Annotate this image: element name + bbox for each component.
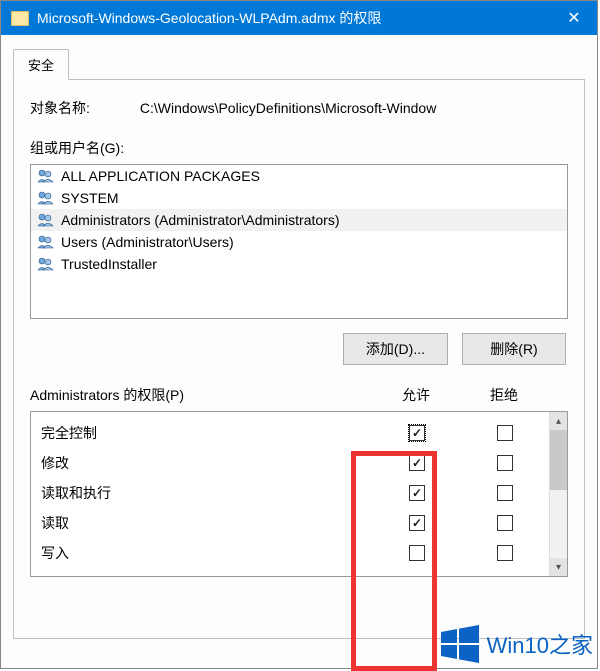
list-item-label: SYSTEM	[61, 190, 119, 206]
watermark-text: Win10之家	[487, 628, 593, 660]
users-icon	[37, 257, 55, 271]
allow-checkbox[interactable]	[409, 455, 425, 471]
scrollbar-vertical[interactable]: ▴ ▾	[549, 412, 567, 576]
list-item[interactable]: SYSTEM	[31, 187, 567, 209]
folder-icon	[11, 11, 29, 26]
object-name-value: C:\Windows\PolicyDefinitions\Microsoft-W…	[140, 100, 568, 116]
tab-security[interactable]: 安全	[13, 49, 69, 80]
permission-row: 写入	[41, 538, 549, 568]
list-item-label: Administrators (Administrator\Administra…	[61, 212, 340, 228]
allow-checkbox[interactable]	[409, 545, 425, 561]
close-button[interactable]: ✕	[551, 1, 597, 35]
list-item-label: Users (Administrator\Users)	[61, 234, 234, 250]
permission-name: 写入	[41, 543, 373, 563]
titlebar[interactable]: Microsoft-Windows-Geolocation-WLPAdm.adm…	[1, 1, 597, 35]
permission-name: 读取和执行	[41, 483, 373, 503]
add-button[interactable]: 添加(D)...	[343, 333, 448, 365]
list-item[interactable]: ALL APPLICATION PACKAGES	[31, 165, 567, 187]
permission-name: 修改	[41, 453, 373, 473]
permission-row: 完全控制	[41, 418, 549, 448]
allow-checkbox[interactable]	[409, 515, 425, 531]
scroll-thumb[interactable]	[550, 430, 567, 490]
permission-row: 修改	[41, 448, 549, 478]
deny-column-header: 拒绝	[460, 385, 548, 405]
allow-checkbox[interactable]	[409, 425, 425, 441]
users-icon	[37, 213, 55, 227]
list-item-label: TrustedInstaller	[61, 256, 157, 272]
permission-row: 读取	[41, 508, 549, 538]
list-item[interactable]: Users (Administrator\Users)	[31, 231, 567, 253]
permissions-header-label: Administrators 的权限(P)	[30, 385, 372, 405]
permission-row: 读取和执行	[41, 478, 549, 508]
groups-listbox[interactable]: ALL APPLICATION PACKAGES SYSTEM Administ…	[30, 164, 568, 319]
object-name-label: 对象名称:	[30, 98, 90, 118]
tab-panel-security: 对象名称: C:\Windows\PolicyDefinitions\Micro…	[13, 79, 585, 639]
deny-checkbox[interactable]	[497, 485, 513, 501]
remove-button[interactable]: 删除(R)	[462, 333, 566, 365]
groups-label: 组或用户名(G):	[30, 138, 568, 158]
deny-checkbox[interactable]	[497, 545, 513, 561]
object-name-row: 对象名称: C:\Windows\PolicyDefinitions\Micro…	[30, 98, 568, 118]
list-item-label: ALL APPLICATION PACKAGES	[61, 168, 260, 184]
button-row: 添加(D)... 删除(R)	[30, 333, 566, 365]
scroll-track[interactable]	[550, 430, 567, 558]
scroll-up-arrow[interactable]: ▴	[550, 412, 567, 430]
scroll-down-arrow[interactable]: ▾	[550, 558, 567, 576]
windows-logo-icon	[439, 624, 479, 664]
allow-column-header: 允许	[372, 385, 460, 405]
deny-checkbox[interactable]	[497, 455, 513, 471]
permissions-header: Administrators 的权限(P) 允许 拒绝	[30, 385, 568, 405]
window-title: Microsoft-Windows-Geolocation-WLPAdm.adm…	[37, 8, 381, 28]
deny-checkbox[interactable]	[497, 425, 513, 441]
users-icon	[37, 191, 55, 205]
watermark: Win10之家	[439, 624, 593, 664]
permissions-grid: 完全控制修改读取和执行读取写入 ▴ ▾	[30, 411, 568, 577]
users-icon	[37, 235, 55, 249]
permission-name: 完全控制	[41, 423, 373, 443]
list-item[interactable]: TrustedInstaller	[31, 253, 567, 275]
tab-strip: 安全	[13, 49, 585, 80]
deny-checkbox[interactable]	[497, 515, 513, 531]
permission-name: 读取	[41, 513, 373, 533]
allow-checkbox[interactable]	[409, 485, 425, 501]
users-icon	[37, 169, 55, 183]
list-item[interactable]: Administrators (Administrator\Administra…	[31, 209, 567, 231]
